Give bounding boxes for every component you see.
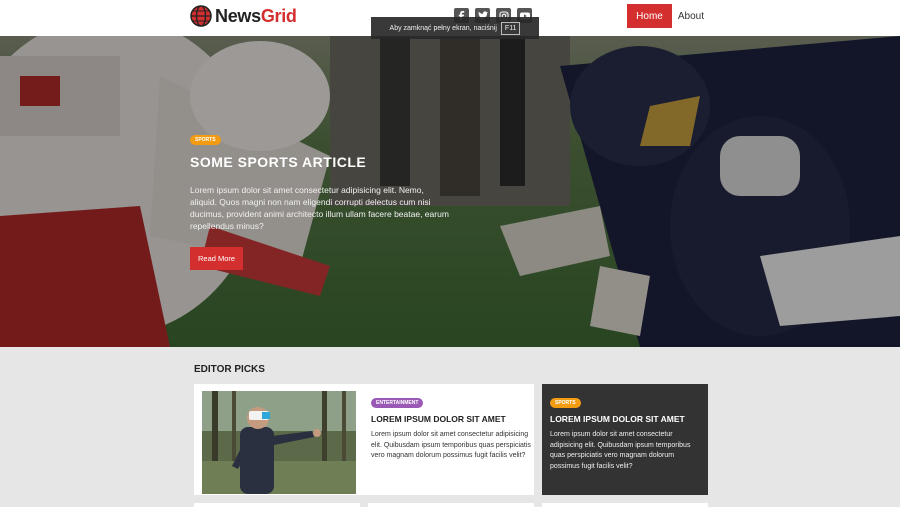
hero-title: SOME SPORTS ARTICLE bbox=[190, 154, 367, 170]
fullscreen-notice-text: Aby zamknąć pełny ekran, naciśnij bbox=[389, 24, 497, 32]
card-title[interactable]: LOREM IPSUM DOLOR SIT AMET bbox=[550, 414, 700, 424]
hero-section: SPORTS SOME SPORTS ARTICLE Lorem ipsum d… bbox=[0, 36, 900, 347]
read-more-button[interactable]: Read More bbox=[190, 247, 244, 270]
card-body: SPORTS LOREM IPSUM DOLOR SIT AMET Lorem … bbox=[550, 391, 700, 472]
card-partial bbox=[368, 503, 534, 507]
hero-category-badge[interactable]: SPORTS bbox=[190, 135, 221, 145]
site-logo[interactable]: NewsGrid bbox=[190, 4, 297, 28]
card-partial bbox=[194, 503, 360, 507]
nav-about-link[interactable]: About bbox=[672, 4, 710, 28]
card-title[interactable]: LOREM IPSUM DOLOR SIT AMET bbox=[371, 414, 531, 424]
hero-dark-overlay bbox=[0, 36, 900, 347]
card-image bbox=[202, 391, 356, 494]
card-body: ENTERTAINMENT LOREM IPSUM DOLOR SIT AMET… bbox=[371, 391, 531, 462]
hero-content: SPORTS SOME SPORTS ARTICLE Lorem ipsum d… bbox=[190, 128, 450, 270]
card-category-badge[interactable]: SPORTS bbox=[550, 398, 581, 408]
card-text: Lorem ipsum dolor sit amet consectetur a… bbox=[371, 431, 531, 459]
main-nav: Home About bbox=[627, 4, 710, 28]
editor-pick-card-entertainment[interactable]: ENTERTAINMENT LOREM IPSUM DOLOR SIT AMET… bbox=[194, 384, 534, 495]
fullscreen-key-hint: F11 bbox=[500, 21, 521, 35]
fullscreen-exit-notice: Aby zamknąć pełny ekran, naciśnij F11 bbox=[371, 17, 539, 39]
logo-text: NewsGrid bbox=[215, 5, 297, 26]
nav-home-link[interactable]: Home bbox=[627, 4, 672, 28]
editor-pick-card-sports[interactable]: SPORTS LOREM IPSUM DOLOR SIT AMET Lorem … bbox=[542, 384, 708, 495]
editor-picks-heading: EDITOR PICKS bbox=[194, 364, 265, 375]
card-partial bbox=[542, 503, 708, 507]
card-text: Lorem ipsum dolor sit amet consectetur a… bbox=[550, 431, 691, 470]
globe-icon bbox=[190, 5, 212, 27]
hero-text: Lorem ipsum dolor sit amet consectetur a… bbox=[190, 185, 449, 231]
card-category-badge[interactable]: ENTERTAINMENT bbox=[371, 398, 424, 408]
